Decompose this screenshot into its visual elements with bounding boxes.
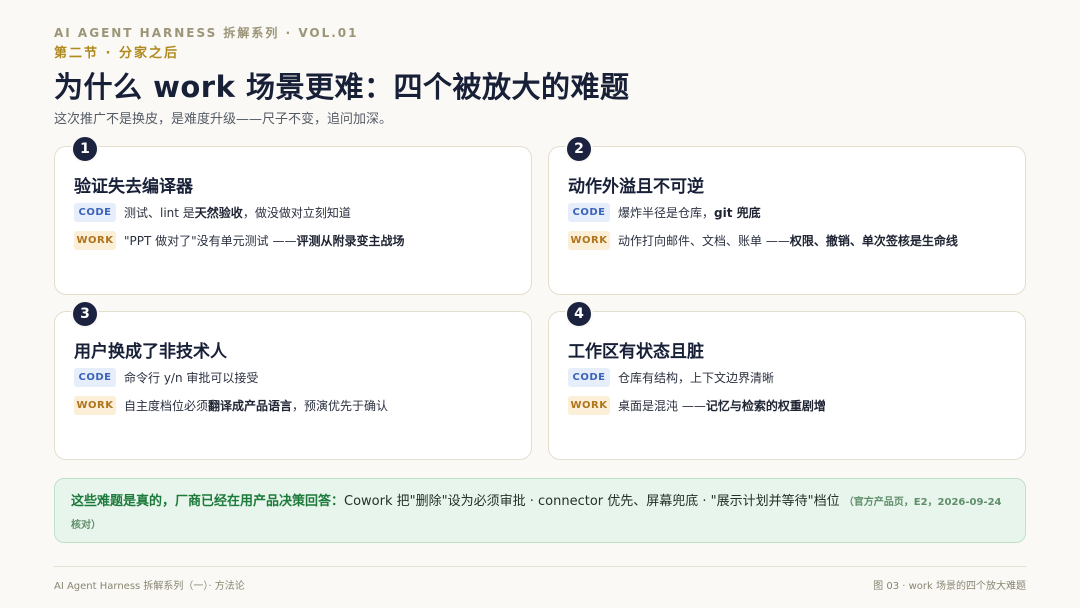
problem-card-2: 2 动作外溢且不可逆 CODE 爆炸半径是仓库， git 兜底 WORK 动作打向… — [548, 135, 1026, 295]
series-label: AI AGENT HARNESS 拆解系列 · VOL.01 — [54, 26, 359, 40]
work-tag: WORK — [74, 231, 116, 250]
code-tag: CODE — [74, 203, 116, 222]
work-text-after: ，预演优先于确认 — [292, 399, 389, 413]
note-lead: 这些难题是真的，厂商已经在用产品决策回答： — [71, 494, 345, 509]
footer-series: AI Agent Harness 拆解系列（一）· 方法论 — [54, 581, 245, 592]
page-title: 为什么 work 场景更难：四个被放大的难题 — [54, 70, 630, 104]
work-row: WORK 桌面是混沌 —— 记忆与检索的权重剧增 — [568, 396, 826, 415]
code-text: 爆炸半径是仓库， — [618, 206, 715, 220]
code-row: CODE 仓库有结构，上下文边界清晰 — [568, 368, 774, 387]
card-title: 验证失去编译器 — [74, 177, 193, 197]
card-number-badge: 3 — [71, 300, 99, 328]
work-emphasis: 记忆与检索的权重剧增 — [705, 399, 826, 413]
card-number-badge: 4 — [565, 300, 593, 328]
work-row: WORK 动作打向邮件、文档、账单 —— 权限、撤销、单次签核是生命线 — [568, 231, 958, 250]
note-body: Cowork 把"删除"设为必须审批 · connector 优先、屏幕兜底 ·… — [344, 494, 844, 509]
work-emphasis: 翻译成产品语言 — [208, 399, 293, 413]
card-title: 动作外溢且不可逆 — [568, 177, 704, 197]
code-text: 仓库有结构，上下文边界清晰 — [618, 371, 775, 385]
code-emphasis: git 兜底 — [714, 206, 761, 220]
footer-figure-label: 图 03 · work 场景的四个放大难题 — [873, 581, 1026, 592]
code-tag: CODE — [568, 368, 610, 387]
work-text: 动作打向邮件、文档、账单 —— — [618, 234, 790, 248]
work-emphasis: 权限、撤销、单次签核是生命线 — [789, 234, 958, 248]
work-text: 自主度档位必须 — [124, 399, 209, 413]
card-number-badge: 1 — [71, 135, 99, 163]
page-subtitle: 这次推广不是换皮，是难度升级——尺子不变，追问加深。 — [54, 112, 393, 127]
work-text: 桌面是混沌 —— — [618, 399, 706, 413]
work-emphasis: 评测从附录变主战场 — [296, 234, 405, 248]
callout-note: 这些难题是真的，厂商已经在用产品决策回答：Cowork 把"删除"设为必须审批 … — [54, 478, 1026, 543]
code-tag: CODE — [74, 368, 116, 387]
section-label: 第二节 · 分家之后 — [54, 46, 179, 61]
code-text: 命令行 y/n 审批可以接受 — [124, 371, 259, 385]
code-row: CODE 测试、lint 是天然验收 ，做没做对立刻知道 — [74, 203, 351, 222]
code-tag: CODE — [568, 203, 610, 222]
work-tag: WORK — [74, 396, 116, 415]
work-row: WORK "PPT 做对了"没有单元测试 —— 评测从附录变主战场 — [74, 231, 405, 250]
problem-card-3: 3 用户换成了非技术人 CODE 命令行 y/n 审批可以接受 WORK 自主度… — [54, 300, 532, 460]
work-row: WORK 自主度档位必须 翻译成产品语言 ，预演优先于确认 — [74, 396, 388, 415]
problem-card-4: 4 工作区有状态且脏 CODE 仓库有结构，上下文边界清晰 WORK 桌面是混沌… — [548, 300, 1026, 460]
card-number-badge: 2 — [565, 135, 593, 163]
code-row: CODE 爆炸半径是仓库， git 兜底 — [568, 203, 761, 222]
code-emphasis: 天然验收 — [194, 206, 243, 220]
code-text-after: ，做没做对立刻知道 — [242, 206, 351, 220]
footer-divider — [54, 566, 1026, 567]
work-tag: WORK — [568, 231, 610, 250]
card-title: 工作区有状态且脏 — [568, 342, 704, 362]
code-text: 测试、lint 是 — [124, 206, 195, 220]
problem-card-1: 1 验证失去编译器 CODE 测试、lint 是天然验收 ，做没做对立刻知道 WO… — [54, 135, 532, 295]
code-row: CODE 命令行 y/n 审批可以接受 — [74, 368, 258, 387]
card-title: 用户换成了非技术人 — [74, 342, 227, 362]
work-text: "PPT 做对了"没有单元测试 —— — [124, 234, 297, 248]
work-tag: WORK — [568, 396, 610, 415]
